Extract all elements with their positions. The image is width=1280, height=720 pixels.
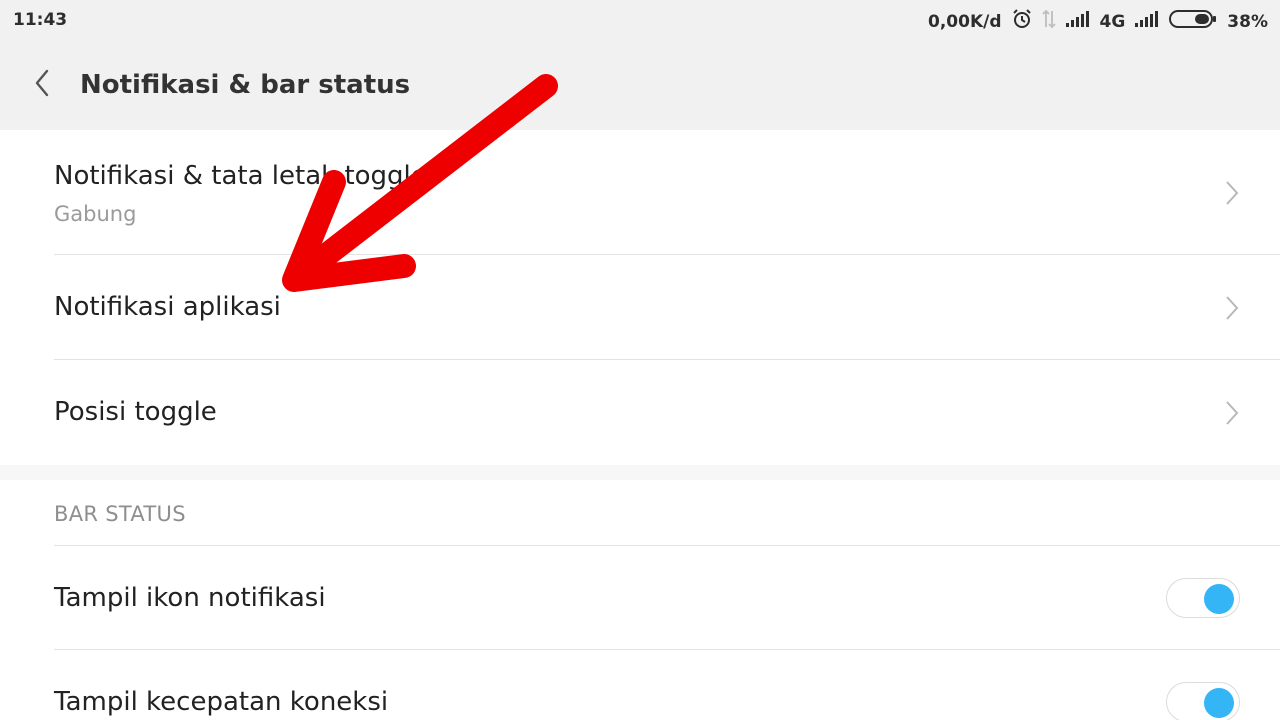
list-item-label: Tampil ikon notifikasi xyxy=(54,583,326,613)
signal-icon xyxy=(1065,11,1090,32)
settings-screen: 11:43 0,00K/d 4G 38% Notifikasi & bar st… xyxy=(0,0,1280,720)
status-icons: 0,00K/d 4G 38% xyxy=(928,9,1268,34)
list-item-app-notifications[interactable]: Notifikasi aplikasi xyxy=(0,255,1280,360)
toggle-knob xyxy=(1204,584,1234,614)
chevron-right-icon xyxy=(1224,180,1240,206)
status-bar-section: BAR STATUS Tampil ikon notifikasi Tampil… xyxy=(0,480,1280,720)
battery-percent: 38% xyxy=(1227,11,1268,32)
toggle-switch[interactable] xyxy=(1166,578,1240,618)
toggle-switch[interactable] xyxy=(1166,682,1240,720)
alarm-icon xyxy=(1012,9,1032,34)
chevron-right-icon xyxy=(1224,400,1240,426)
list-item-notification-layout[interactable]: Notifikasi & tata letak toggle Gabung xyxy=(0,130,1280,255)
status-time: 11:43 xyxy=(13,10,68,30)
list-item-sublabel: Gabung xyxy=(54,202,137,226)
list-item-show-notification-icons[interactable]: Tampil ikon notifikasi xyxy=(0,546,1280,650)
page-title: Notifikasi & bar status xyxy=(80,70,411,100)
back-icon xyxy=(34,68,50,102)
list-item-label: Notifikasi & tata letak toggle xyxy=(54,161,427,191)
data-transfer-icon xyxy=(1041,9,1056,34)
network-type: 4G xyxy=(1099,11,1126,32)
list-item-toggle-position[interactable]: Posisi toggle xyxy=(0,360,1280,465)
list-item-label: Tampil kecepatan koneksi xyxy=(54,687,389,717)
net-speed: 0,00K/d xyxy=(928,11,1002,32)
chevron-right-icon xyxy=(1224,295,1240,321)
list-item-label: Notifikasi aplikasi xyxy=(54,292,281,322)
back-button[interactable] xyxy=(24,66,60,104)
list-item-show-connection-speed[interactable]: Tampil kecepatan koneksi xyxy=(0,650,1280,720)
list-item-label: Posisi toggle xyxy=(54,397,217,427)
status-bar: 11:43 0,00K/d 4G 38% xyxy=(0,0,1280,40)
signal-icon xyxy=(1135,11,1159,32)
notification-settings-section: Notifikasi & tata letak toggle Gabung No… xyxy=(0,130,1280,465)
section-header: BAR STATUS xyxy=(54,502,186,526)
toggle-knob xyxy=(1204,688,1234,718)
battery-icon xyxy=(1169,9,1217,34)
app-header: Notifikasi & bar status xyxy=(0,40,1280,130)
